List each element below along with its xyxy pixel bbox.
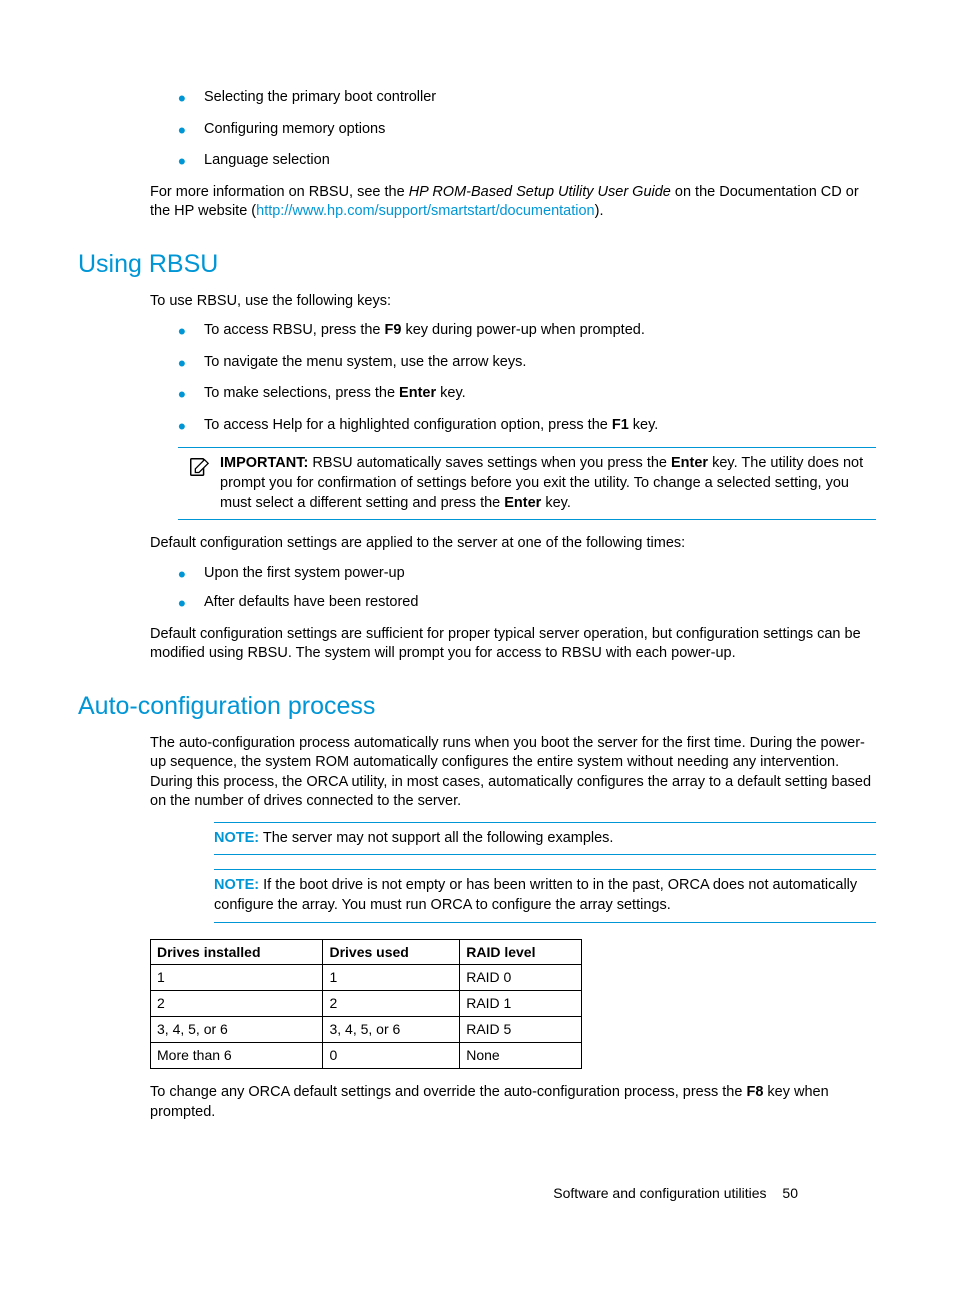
- note-callout-2: NOTE: If the boot drive is not empty or …: [214, 869, 876, 922]
- using-block: To use RBSU, use the following keys: To …: [150, 292, 876, 664]
- text: To access Help for a highlighted configu…: [204, 417, 612, 433]
- note-label: NOTE:: [214, 877, 259, 893]
- text: For more information on RBSU, see the: [150, 184, 409, 200]
- list-item: Language selection: [186, 151, 876, 171]
- intro-bullets: Selecting the primary boot controller Co…: [150, 88, 876, 171]
- text: After defaults have been restored: [204, 594, 418, 610]
- key-f8: F8: [746, 1084, 763, 1100]
- list-item: After defaults have been restored: [186, 593, 876, 613]
- page-number: 50: [782, 1185, 798, 1201]
- default-times-list: Upon the first system power-up After def…: [150, 564, 876, 613]
- cell: 0: [323, 1043, 460, 1069]
- important-label: IMPORTANT:: [220, 455, 308, 471]
- text: key.: [629, 417, 659, 433]
- using-intro: To use RBSU, use the following keys:: [150, 292, 876, 312]
- guide-title: HP ROM-Based Setup Utility User Guide: [409, 184, 671, 200]
- text: If the boot drive is not empty or has be…: [214, 877, 857, 913]
- col-drives-installed: Drives installed: [151, 939, 323, 965]
- list-item: To access Help for a highlighted configu…: [186, 416, 876, 436]
- heading-using-rbsu: Using RBSU: [78, 248, 876, 282]
- orca-override: To change any ORCA default settings and …: [150, 1083, 876, 1122]
- using-keys-list: To access RBSU, press the F9 key during …: [150, 321, 876, 435]
- text: key.: [436, 385, 466, 401]
- list-item: To make selections, press the Enter key.: [186, 384, 876, 404]
- text: To access RBSU, press the: [204, 322, 385, 338]
- note-label: NOTE:: [214, 830, 259, 846]
- footer-section: Software and configuration utilities: [553, 1185, 766, 1201]
- text: To navigate the menu system, use the arr…: [204, 354, 526, 370]
- text: key.: [541, 495, 571, 511]
- table-row: More than 60None: [151, 1043, 582, 1069]
- list-item: Upon the first system power-up: [186, 564, 876, 584]
- list-item: To access RBSU, press the F9 key during …: [186, 321, 876, 341]
- cell: 1: [151, 965, 323, 991]
- hp-support-link[interactable]: http://www.hp.com/support/smartstart/doc…: [256, 203, 594, 219]
- cell: 2: [323, 991, 460, 1017]
- key-f9: F9: [385, 322, 402, 338]
- cell: 1: [323, 965, 460, 991]
- list-item: Configuring memory options: [186, 120, 876, 140]
- col-drives-used: Drives used: [323, 939, 460, 965]
- table-row: 11RAID 0: [151, 965, 582, 991]
- cell: None: [460, 1043, 582, 1069]
- intro-more-info: For more information on RBSU, see the HP…: [150, 183, 876, 222]
- text: The server may not support all the follo…: [259, 830, 613, 846]
- cell: RAID 0: [460, 965, 582, 991]
- text: To change any ORCA default settings and …: [150, 1084, 746, 1100]
- cell: More than 6: [151, 1043, 323, 1069]
- text: Upon the first system power-up: [204, 565, 405, 581]
- text: ).: [595, 203, 604, 219]
- key-enter: Enter: [504, 495, 541, 511]
- note-text: NOTE: If the boot drive is not empty or …: [214, 876, 876, 915]
- key-enter: Enter: [399, 385, 436, 401]
- table-row: 3, 4, 5, or 63, 4, 5, or 6RAID 5: [151, 1017, 582, 1043]
- cell: 3, 4, 5, or 6: [151, 1017, 323, 1043]
- cell: 3, 4, 5, or 6: [323, 1017, 460, 1043]
- bullet-text: Language selection: [204, 152, 330, 168]
- text: RBSU automatically saves settings when y…: [308, 455, 671, 471]
- col-raid-level: RAID level: [460, 939, 582, 965]
- intro-block: Selecting the primary boot controller Co…: [150, 88, 876, 222]
- cell: 2: [151, 991, 323, 1017]
- auto-intro: The auto-configuration process automatic…: [150, 734, 876, 812]
- bullet-text: Configuring memory options: [204, 121, 385, 137]
- heading-auto-config: Auto-configuration process: [78, 690, 876, 724]
- default-settings-summary: Default configuration settings are suffi…: [150, 625, 876, 664]
- note-text: NOTE: The server may not support all the…: [214, 829, 876, 849]
- table-header-row: Drives installed Drives used RAID level: [151, 939, 582, 965]
- list-item: Selecting the primary boot controller: [186, 88, 876, 108]
- important-callout: IMPORTANT: RBSU automatically saves sett…: [178, 447, 876, 520]
- raid-table: Drives installed Drives used RAID level …: [150, 939, 582, 1069]
- key-f1: F1: [612, 417, 629, 433]
- page-footer: Software and configuration utilities 50: [553, 1184, 798, 1203]
- table-row: 22RAID 1: [151, 991, 582, 1017]
- cell: RAID 5: [460, 1017, 582, 1043]
- bullet-text: Selecting the primary boot controller: [204, 89, 436, 105]
- text: To make selections, press the: [204, 385, 399, 401]
- default-settings-intro: Default configuration settings are appli…: [150, 534, 876, 554]
- list-item: To navigate the menu system, use the arr…: [186, 353, 876, 373]
- note-icon: [178, 454, 220, 478]
- note-callout-1: NOTE: The server may not support all the…: [214, 822, 876, 856]
- key-enter: Enter: [671, 455, 708, 471]
- cell: RAID 1: [460, 991, 582, 1017]
- important-text: IMPORTANT: RBSU automatically saves sett…: [220, 454, 876, 513]
- text: key during power-up when prompted.: [401, 322, 644, 338]
- auto-block: The auto-configuration process automatic…: [150, 734, 876, 1123]
